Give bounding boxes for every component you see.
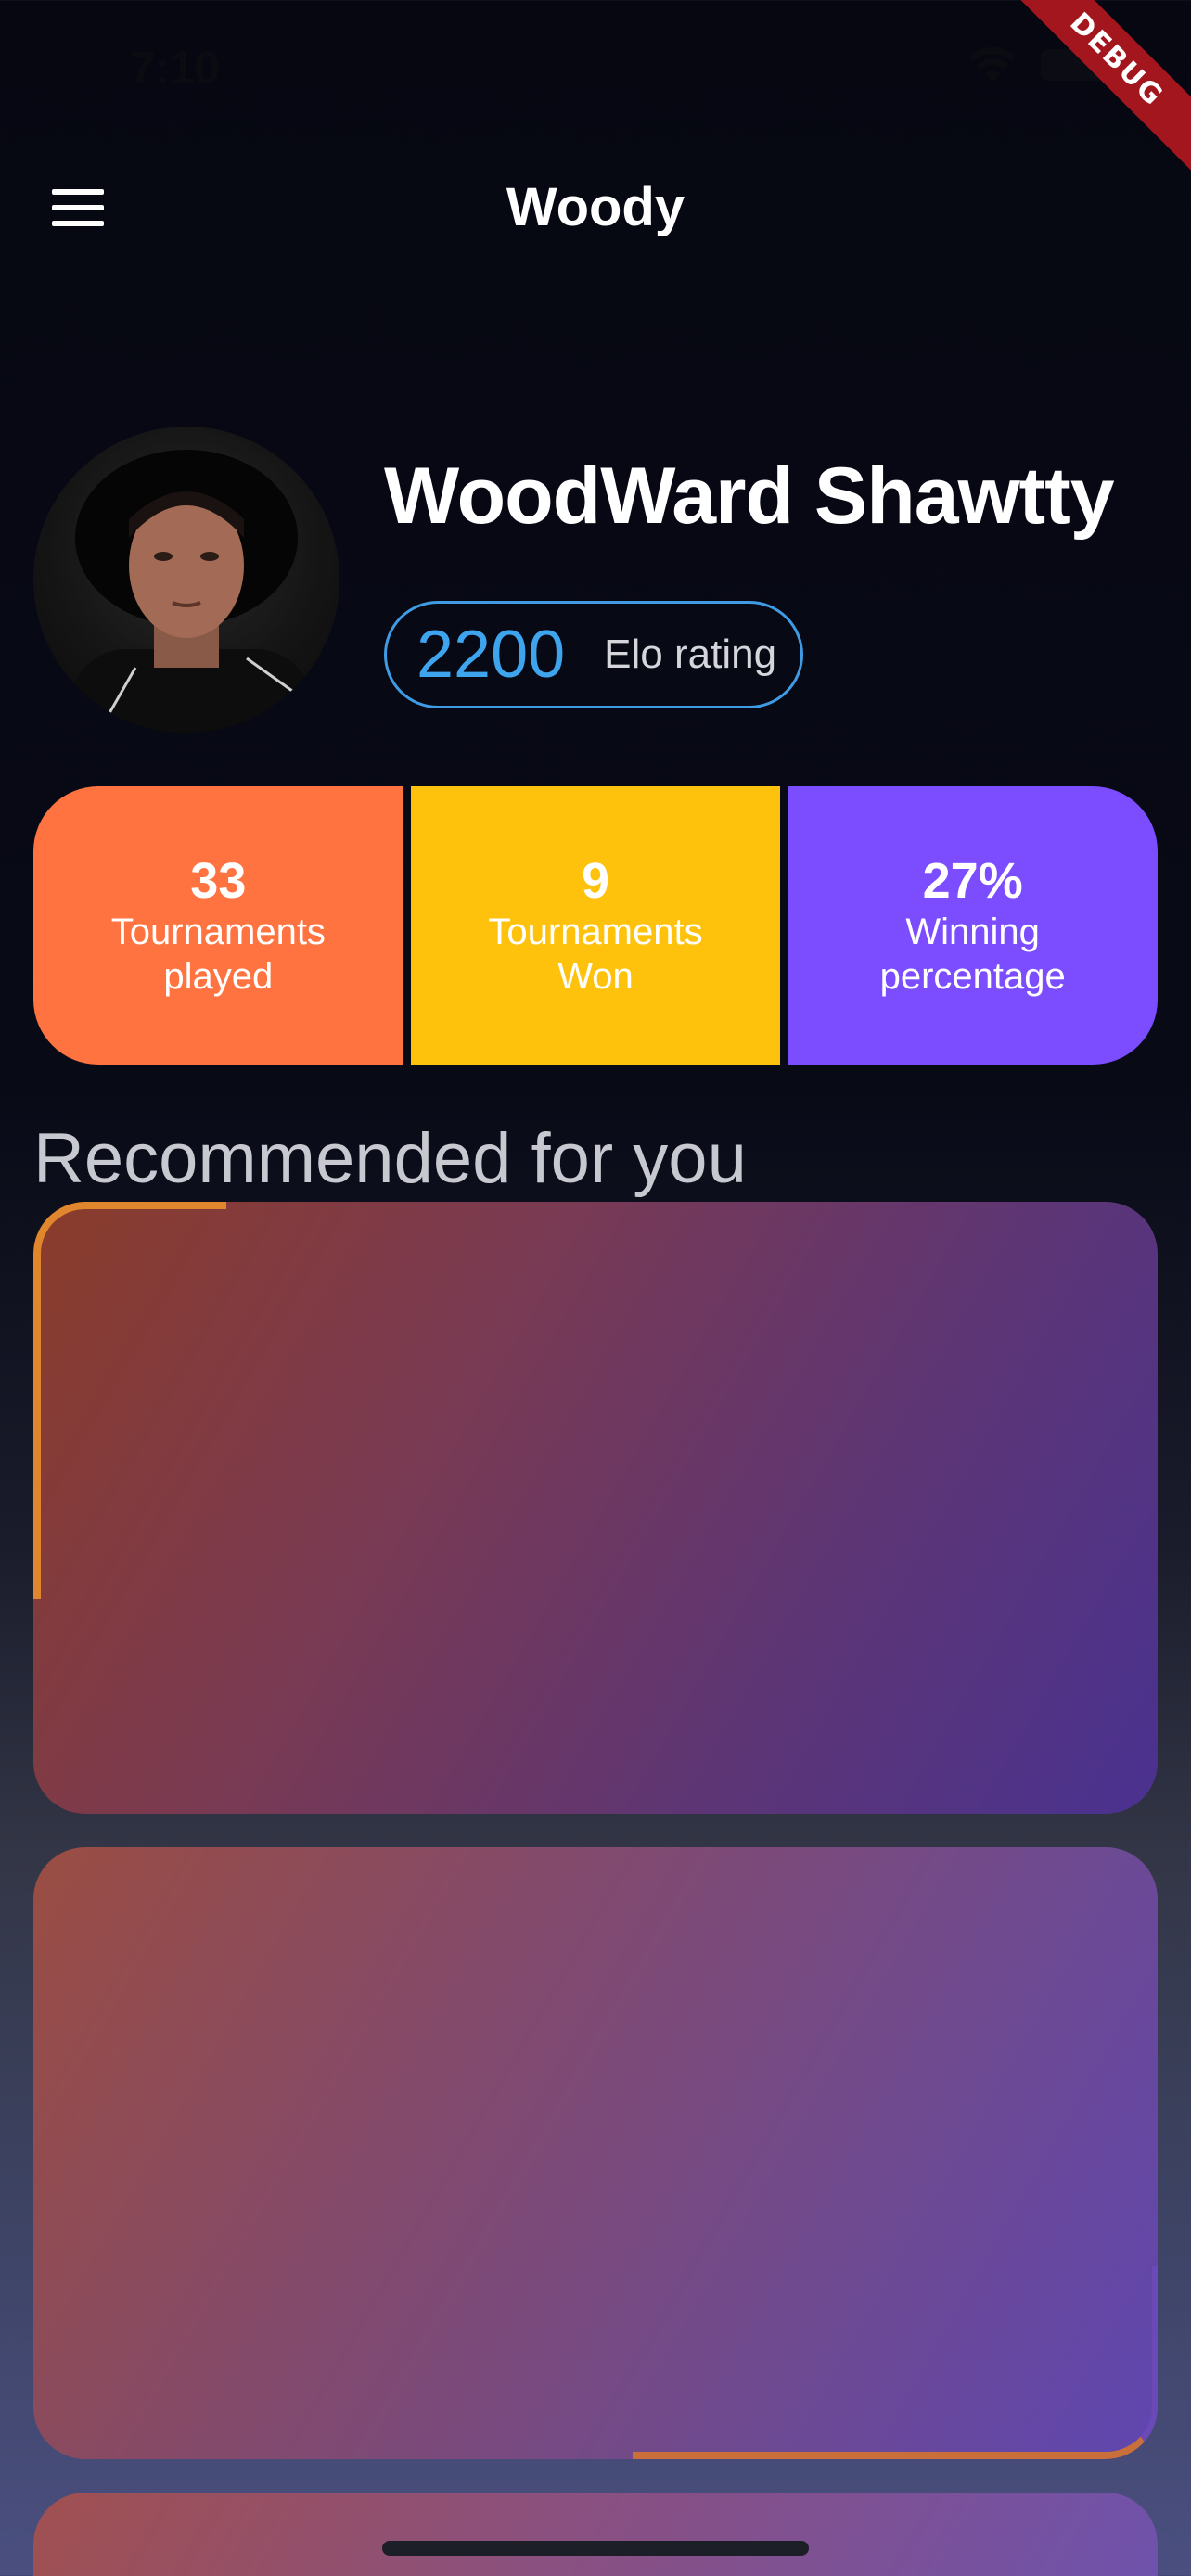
section-title-recommended: Recommended for you <box>33 1119 747 1198</box>
stat-tournaments-won[interactable]: 9 Tournaments Won <box>410 786 781 1065</box>
stat-tournaments-played[interactable]: 33 Tournaments played <box>33 786 403 1065</box>
stat-label: Winning percentage <box>879 912 1066 997</box>
recommended-card[interactable] <box>33 1847 1158 2459</box>
elo-rating-badge: 2200 Elo rating <box>384 601 803 708</box>
elo-value: 2200 <box>416 618 566 692</box>
elo-label: Elo rating <box>604 631 777 677</box>
stat-label: Tournaments Won <box>488 912 703 997</box>
stat-value: 27% <box>922 853 1023 909</box>
profile-name: WoodWard Shawtty <box>384 452 1115 541</box>
recommended-card[interactable] <box>33 1202 1158 1814</box>
status-time: 7:10 <box>130 42 220 94</box>
avatar[interactable] <box>33 427 339 733</box>
home-indicator <box>382 2541 809 2556</box>
stat-value: 9 <box>581 853 610 909</box>
stat-label: Tournaments played <box>110 912 326 997</box>
app-bar: Woody <box>0 167 1191 250</box>
wifi-icon <box>968 46 1017 83</box>
app-title: Woody <box>506 177 685 237</box>
stat-winning-percentage[interactable]: 27% Winning percentage <box>788 786 1159 1065</box>
recommended-card[interactable] <box>33 2493 1158 2576</box>
status-bar: 7:10 <box>0 0 1191 139</box>
stat-value: 33 <box>190 853 247 909</box>
stats-row: 33 Tournaments played 9 Tournaments Won … <box>33 786 1159 1065</box>
